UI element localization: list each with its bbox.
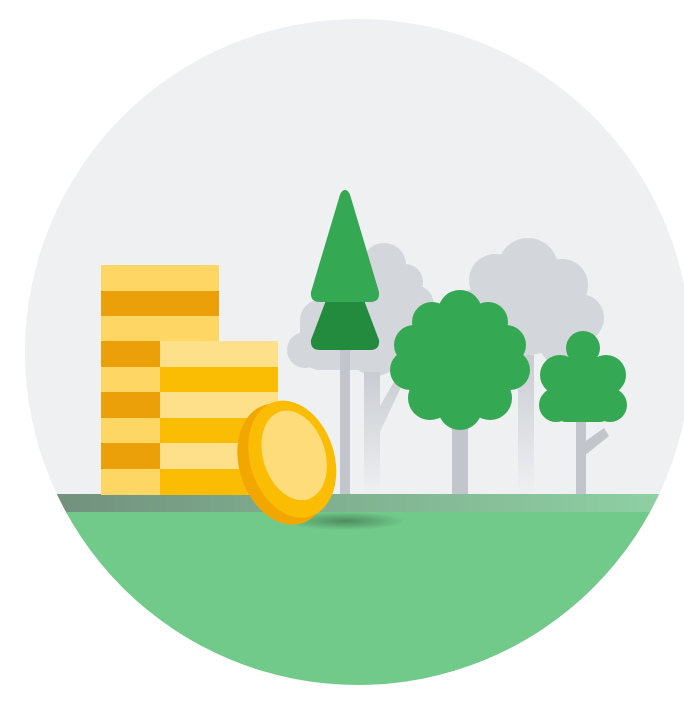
ground-edge [25,494,684,514]
pine-trunk [340,340,350,495]
ground-field [25,512,684,685]
coins-and-trees-illustration [25,19,684,685]
